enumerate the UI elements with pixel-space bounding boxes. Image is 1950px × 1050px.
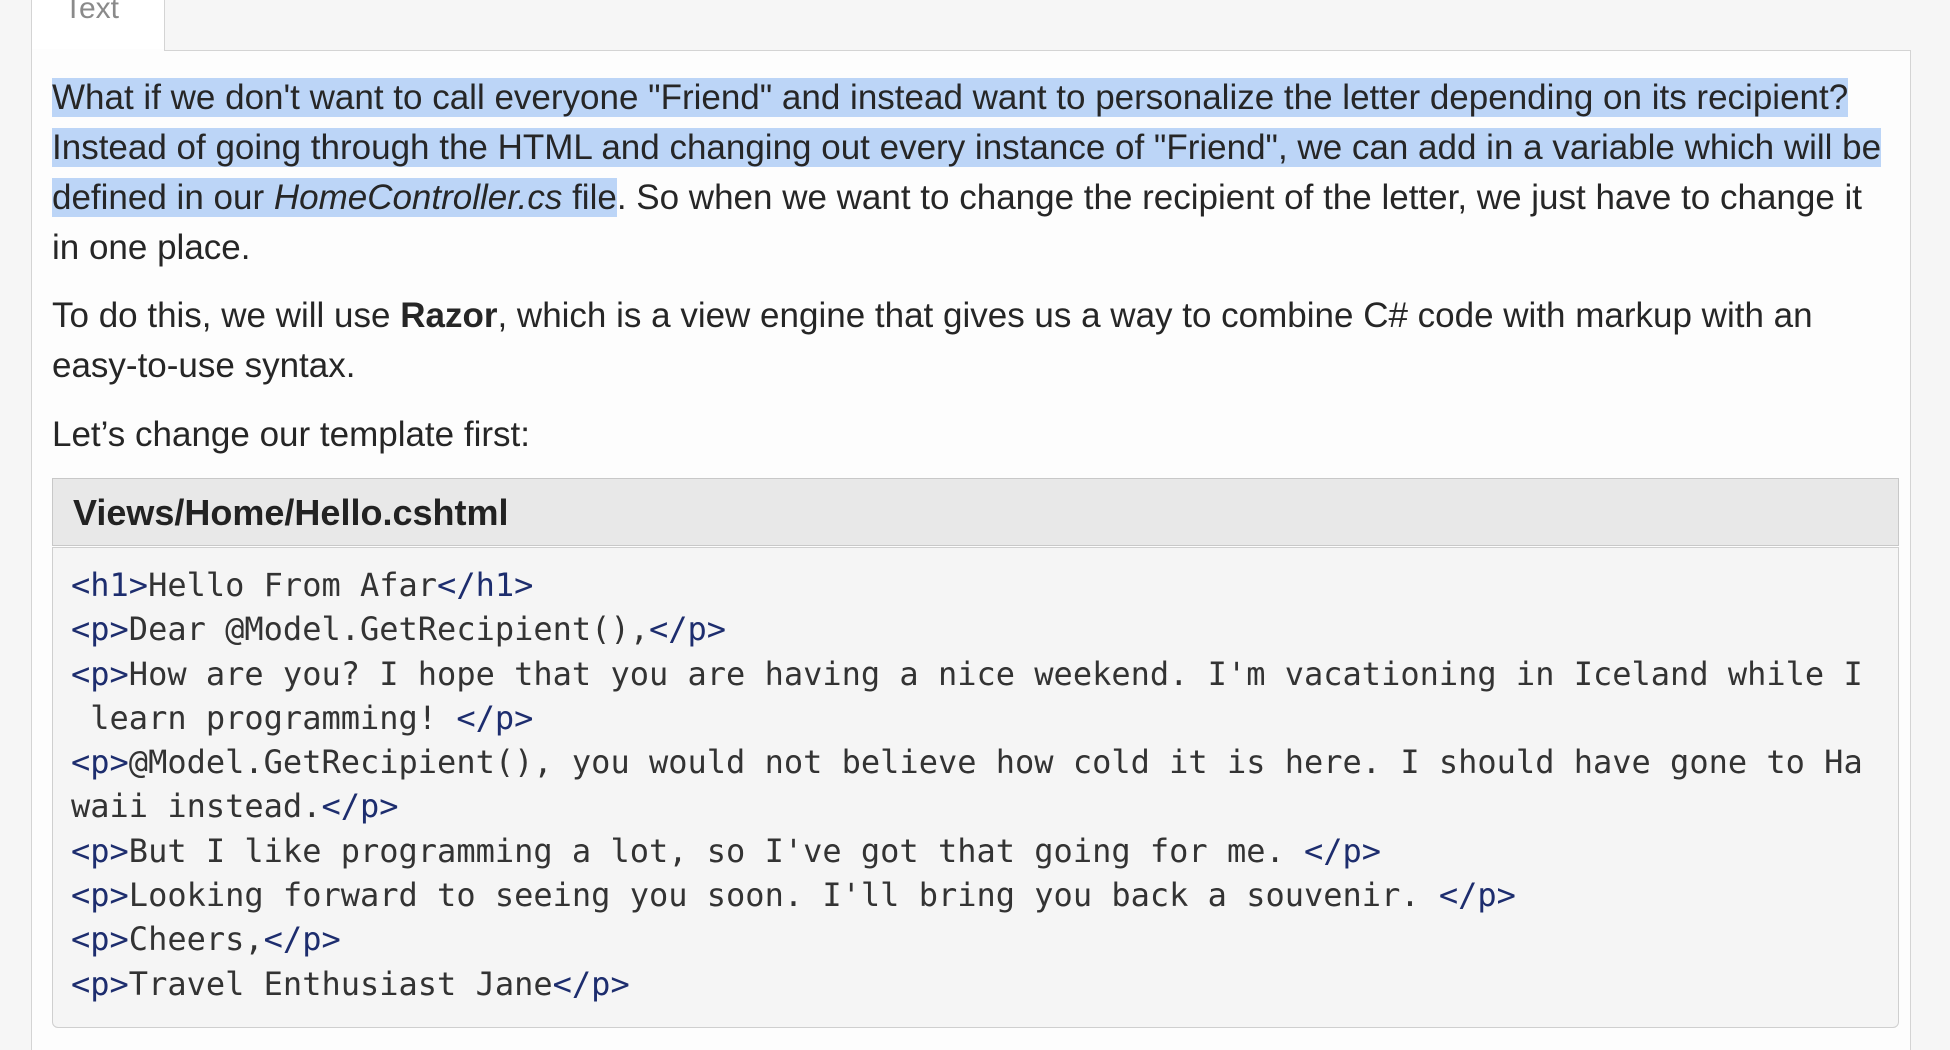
razor-term: Razor — [400, 296, 498, 335]
code-open-tag: <p> — [71, 876, 129, 915]
code-open-tag: <h1> — [71, 566, 149, 604]
code-line: <p>How are you? I hope that you are havi… — [71, 655, 1863, 693]
razor-text-before: To do this, we will use — [52, 296, 401, 335]
code-open-tag: <p> — [71, 610, 129, 649]
code-open-tag: <p> — [71, 743, 129, 782]
intro-paragraph: What if we don't want to call everyone "… — [52, 73, 1892, 273]
code-text: Cheers, — [128, 920, 264, 959]
tab-label: Text — [64, 0, 120, 25]
code-close-tag: </p> — [552, 964, 630, 1003]
code-open-tag: <p> — [71, 920, 129, 959]
code-text: Travel Enthusiast Jane — [128, 964, 553, 1003]
code-block[interactable]: <h1>Hello From Afar</h1> <p>Dear @Model.… — [52, 547, 1899, 1028]
code-line: learn programming! </p> — [71, 699, 533, 737]
code-text: But I like programming a lot, so I've go… — [128, 831, 1304, 870]
code-text: learn programming! — [71, 698, 457, 737]
code-content: <h1>Hello From Afar</h1> <p>Dear @Model.… — [71, 563, 1863, 1006]
code-filename: Views/Home/Hello.cshtml — [73, 492, 509, 533]
code-line: <p>@Model.GetRecipient(), you would not … — [71, 743, 1863, 781]
code-close-tag: </p> — [456, 698, 534, 737]
code-line: <p>Travel Enthusiast Jane</p> — [71, 965, 630, 1003]
tab-text[interactable]: Text — [31, 0, 165, 50]
code-line: waii instead.</p> — [71, 787, 399, 825]
razor-paragraph: To do this, we will use Razor, which is … — [52, 291, 1892, 391]
code-text: Looking forward to seeing you soon. I'll… — [128, 876, 1439, 915]
code-text: Dear @Model.GetRecipient(), — [128, 610, 649, 649]
page-margin — [0, 0, 30, 1042]
code-line: <p>Dear @Model.GetRecipient(),</p> — [71, 610, 726, 648]
code-open-tag: <p> — [71, 654, 129, 693]
code-text: @Model.GetRecipient(), you would not bel… — [128, 743, 1863, 782]
tab-connector — [32, 49, 164, 52]
code-line: <h1>Hello From Afar</h1> — [71, 566, 533, 604]
file-reference: HomeController.cs — [273, 178, 563, 217]
code-close-tag: </p> — [1438, 876, 1516, 915]
code-open-tag: <p> — [71, 964, 129, 1003]
code-line: <p>But I like programming a lot, so I've… — [71, 832, 1381, 870]
code-close-tag: </p> — [321, 787, 399, 826]
code-text: How are you? I hope that you are having … — [128, 654, 1863, 693]
code-line: <p>Looking forward to seeing you soon. I… — [71, 876, 1516, 914]
selected-text-end: file — [562, 178, 617, 217]
code-close-tag: </p> — [648, 610, 727, 649]
code-text: waii instead. — [71, 787, 322, 826]
code-text: Hello From Afar — [148, 566, 438, 604]
code-open-tag: <p> — [71, 831, 129, 870]
code-close-tag: </p> — [1304, 831, 1382, 870]
code-file-header: Views/Home/Hello.cshtml — [52, 478, 1899, 546]
code-close-tag: </p> — [263, 920, 341, 959]
template-intro-paragraph: Let’s change our template first: — [52, 415, 530, 454]
code-close-tag: </h1> — [437, 566, 534, 604]
code-line: <p>Cheers,</p> — [71, 920, 341, 958]
